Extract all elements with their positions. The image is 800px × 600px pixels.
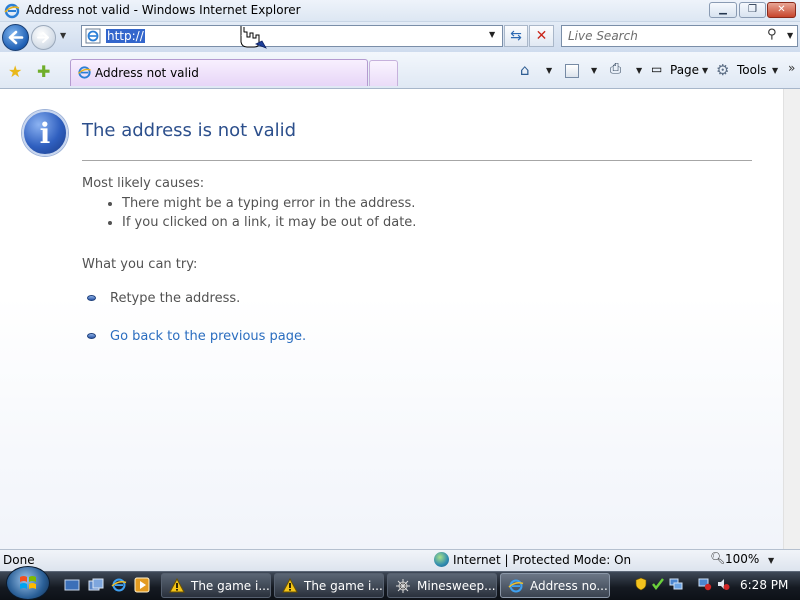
title-bar: Address not valid - Windows Internet Exp… <box>0 0 800 22</box>
page-menu-button[interactable]: Page <box>670 63 699 85</box>
taskbar-item-label: Address no... <box>530 579 608 593</box>
causes-heading: Most likely causes: <box>82 176 205 191</box>
status-text: Done <box>3 553 35 567</box>
start-button[interactable] <box>6 566 50 600</box>
blue-bullet-icon <box>87 333 96 339</box>
page-menu-icon[interactable]: ▭ <box>651 62 662 84</box>
back-button[interactable] <box>2 24 29 51</box>
network-status-icon[interactable] <box>698 577 712 591</box>
tab-address-not-valid[interactable]: Address not valid <box>70 59 368 86</box>
title-divider <box>82 160 752 161</box>
bullet-dot <box>108 221 112 225</box>
minimize-icon: ▁ <box>719 4 727 15</box>
switch-windows-icon[interactable] <box>88 577 104 593</box>
media-player-icon[interactable] <box>134 577 150 593</box>
address-selected-text: http:// <box>106 29 145 43</box>
ie-icon <box>4 3 20 19</box>
add-favorites-icon[interactable]: ✚ <box>37 62 50 81</box>
address-dropdown-icon[interactable]: ▼ <box>489 30 495 39</box>
tools-dropdown-icon[interactable]: ▼ <box>772 66 778 75</box>
tools-gear-icon[interactable]: ⚙ <box>716 61 729 83</box>
home-icon[interactable]: ⌂ <box>520 61 530 83</box>
address-bar[interactable]: http:// <box>81 25 503 47</box>
tab-label: Address not valid <box>95 66 199 80</box>
history-dropdown-icon[interactable]: ▼ <box>60 31 66 40</box>
taskbar-item[interactable]: Minesweep... <box>387 573 497 598</box>
warning-icon <box>282 578 298 593</box>
retype-suggestion: Retype the address. <box>110 291 241 306</box>
go-back-link[interactable]: Go back to the previous page. <box>110 329 306 344</box>
back-arrow-icon <box>8 30 24 45</box>
feeds-dropdown-icon[interactable]: ▼ <box>591 66 597 75</box>
security-shield-icon[interactable] <box>634 577 648 591</box>
show-desktop-icon[interactable] <box>64 577 80 593</box>
zoom-dropdown-icon[interactable]: ▼ <box>768 556 774 565</box>
close-button[interactable]: ✕ <box>767 2 796 18</box>
taskbar-item[interactable]: Address no... <box>500 573 610 598</box>
ie-quicklaunch-icon[interactable] <box>111 577 127 593</box>
chevron-more-icon[interactable]: » <box>788 61 795 75</box>
close-icon: ✕ <box>777 4 786 15</box>
minesweeper-icon <box>396 579 410 593</box>
page-title: The address is not valid <box>82 120 297 141</box>
security-zone[interactable]: Internet | Protected Mode: On <box>453 553 631 567</box>
taskbar-item[interactable]: The game i... <box>274 573 384 598</box>
vertical-scrollbar[interactable] <box>783 89 800 549</box>
ie-icon <box>77 66 91 79</box>
volume-muted-icon[interactable] <box>716 577 730 591</box>
page-ie-icon <box>85 28 101 44</box>
page-dropdown-icon[interactable]: ▼ <box>702 66 708 75</box>
forward-arrow-icon <box>37 32 49 43</box>
search-box[interactable]: Live Search <box>561 25 798 47</box>
stop-button[interactable]: ✕ <box>529 25 554 47</box>
cause-item: There might be a typing error in the add… <box>122 196 416 211</box>
zoom-level[interactable]: 100% <box>725 552 759 566</box>
blue-bullet-icon <box>87 295 96 301</box>
zoom-magnifier-icon[interactable]: 🔍︎ <box>710 551 725 565</box>
taskbar-item-label: Minesweep... <box>417 579 496 593</box>
forward-button[interactable] <box>31 25 56 50</box>
info-icon: i <box>22 110 68 156</box>
internet-globe-icon <box>434 552 449 567</box>
search-icon[interactable]: ⚲ <box>767 27 777 42</box>
restore-icon: ❐ <box>748 4 757 15</box>
refresh-button[interactable]: ⇆ <box>504 25 528 47</box>
defender-icon[interactable] <box>651 577 665 591</box>
hand-cursor-icon <box>240 26 267 49</box>
warning-icon <box>169 578 185 593</box>
page-content <box>0 89 783 549</box>
windows-logo-icon <box>20 576 36 589</box>
search-input[interactable]: Live Search <box>568 29 638 43</box>
favorites-star-icon[interactable]: ★ <box>8 62 22 81</box>
address-input[interactable]: http:// <box>106 29 486 45</box>
window-title: Address not valid - Windows Internet Exp… <box>26 3 301 17</box>
search-dropdown-icon[interactable]: ▼ <box>787 31 793 40</box>
taskbar-item[interactable]: The game i... <box>161 573 271 598</box>
taskbar-item-label: The game i... <box>191 579 270 593</box>
home-dropdown-icon[interactable]: ▼ <box>546 66 552 75</box>
try-heading: What you can try: <box>82 257 198 272</box>
minimize-button[interactable]: ▁ <box>709 2 737 18</box>
ie-icon <box>508 579 524 593</box>
clock[interactable]: 6:28 PM <box>740 578 788 592</box>
refresh-icon: ⇆ <box>510 28 522 44</box>
status-bar <box>0 549 800 571</box>
new-tab-button[interactable] <box>369 60 398 86</box>
tools-menu-button[interactable]: Tools <box>737 63 767 85</box>
print-dropdown-icon[interactable]: ▼ <box>636 66 642 75</box>
maximize-button[interactable]: ❐ <box>739 2 766 18</box>
feeds-icon[interactable] <box>565 64 579 78</box>
bullet-dot <box>108 202 112 206</box>
taskbar-item-label: The game i... <box>304 579 383 593</box>
network-icon[interactable] <box>669 577 683 591</box>
print-icon[interactable]: ⎙ <box>610 61 621 83</box>
cause-item: If you clicked on a link, it may be out … <box>122 215 417 230</box>
stop-icon: ✕ <box>535 28 548 44</box>
